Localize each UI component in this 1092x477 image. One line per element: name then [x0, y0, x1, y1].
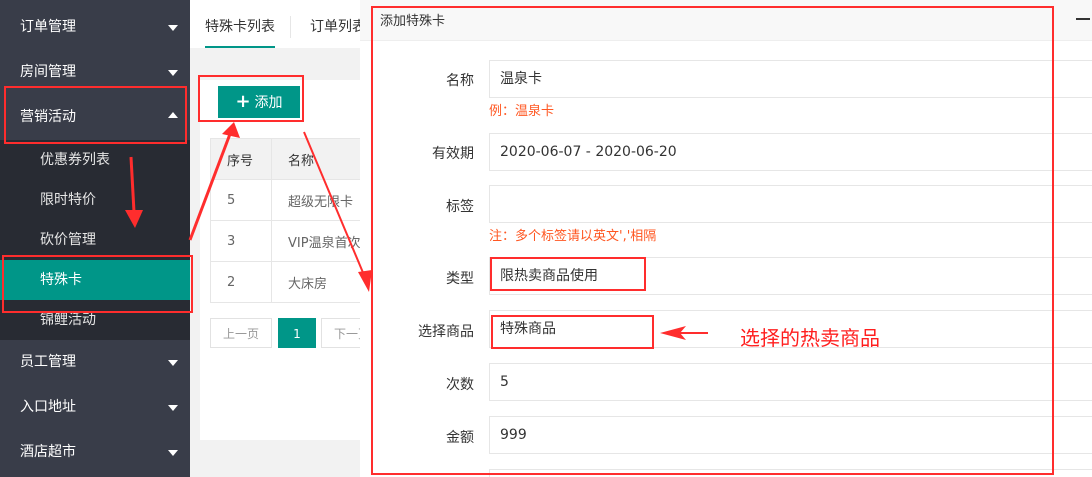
- col-header-index: 序号: [210, 138, 272, 180]
- highlight-box-add-button: [198, 75, 304, 122]
- menu-hotel-market[interactable]: 酒店超市: [0, 430, 190, 475]
- table-row[interactable]: 2 大床房: [210, 261, 360, 303]
- submenu-label: 锦鲤活动: [40, 312, 96, 328]
- sidebar: 订单管理 房间管理 营销活动 优惠券列表 限时特价 砍价管理 特殊卡 锦鲤活动 …: [0, 0, 190, 477]
- cell-name: VIP温泉首次: [271, 220, 360, 262]
- tab-divider: [290, 16, 291, 38]
- submenu-flash-sale[interactable]: 限时特价: [0, 180, 190, 220]
- annotation-note: 选择的热卖商品: [740, 326, 880, 350]
- minimize-icon[interactable]: [1076, 18, 1090, 20]
- submenu-label: 优惠券列表: [40, 152, 110, 168]
- table-header-row: 序号 名称: [210, 138, 360, 180]
- tab-order-list[interactable]: 订单列表: [310, 0, 360, 46]
- highlight-box-dialog: [371, 6, 1054, 475]
- menu-label: 员工管理: [20, 354, 76, 370]
- menu-label: 订单管理: [20, 19, 76, 35]
- cell-index: 2: [210, 261, 272, 303]
- cell-name: 超级无限卡: [271, 179, 360, 221]
- submenu-label: 限时特价: [40, 192, 96, 208]
- menu-entry-address[interactable]: 入口地址: [0, 385, 190, 430]
- highlight-box-marketing: [4, 86, 187, 144]
- highlight-box-type: [490, 257, 646, 291]
- main-content: 特殊卡列表 订单列表 + 添加 序号 名称 5 超级无限卡 3 VIP温泉首次 2…: [190, 0, 360, 477]
- table-row[interactable]: 3 VIP温泉首次: [210, 220, 360, 262]
- tab-bar: 特殊卡列表 订单列表: [190, 0, 360, 48]
- cell-index: 3: [210, 220, 272, 262]
- table-row[interactable]: 5 超级无限卡: [210, 179, 360, 221]
- chevron-down-icon: [168, 70, 178, 76]
- submenu-bargain[interactable]: 砍价管理: [0, 220, 190, 260]
- menu-order-management[interactable]: 订单管理: [0, 5, 190, 50]
- menu-label: 入口地址: [20, 399, 76, 415]
- chevron-down-icon: [168, 450, 178, 456]
- col-header-name: 名称: [271, 138, 360, 180]
- tab-special-card-list[interactable]: 特殊卡列表: [205, 0, 275, 48]
- highlight-box-special-card: [2, 255, 193, 313]
- menu-label: 房间管理: [20, 64, 76, 80]
- chevron-down-icon: [168, 25, 178, 31]
- submenu-label: 砍价管理: [40, 232, 96, 248]
- prev-page-button[interactable]: 上一页: [210, 318, 272, 348]
- chevron-down-icon: [168, 405, 178, 411]
- special-card-table: 序号 名称 5 超级无限卡 3 VIP温泉首次 2 大床房: [210, 138, 360, 303]
- page-1-button[interactable]: 1: [278, 318, 316, 348]
- cell-name: 大床房: [271, 261, 360, 303]
- cell-index: 5: [210, 179, 272, 221]
- menu-staff-management[interactable]: 员工管理: [0, 340, 190, 385]
- menu-label: 酒店超市: [20, 444, 76, 460]
- highlight-box-goods: [491, 315, 654, 349]
- next-page-button[interactable]: 下一页: [321, 318, 360, 348]
- submenu-coupon-list[interactable]: 优惠券列表: [0, 140, 190, 180]
- chevron-down-icon: [168, 360, 178, 366]
